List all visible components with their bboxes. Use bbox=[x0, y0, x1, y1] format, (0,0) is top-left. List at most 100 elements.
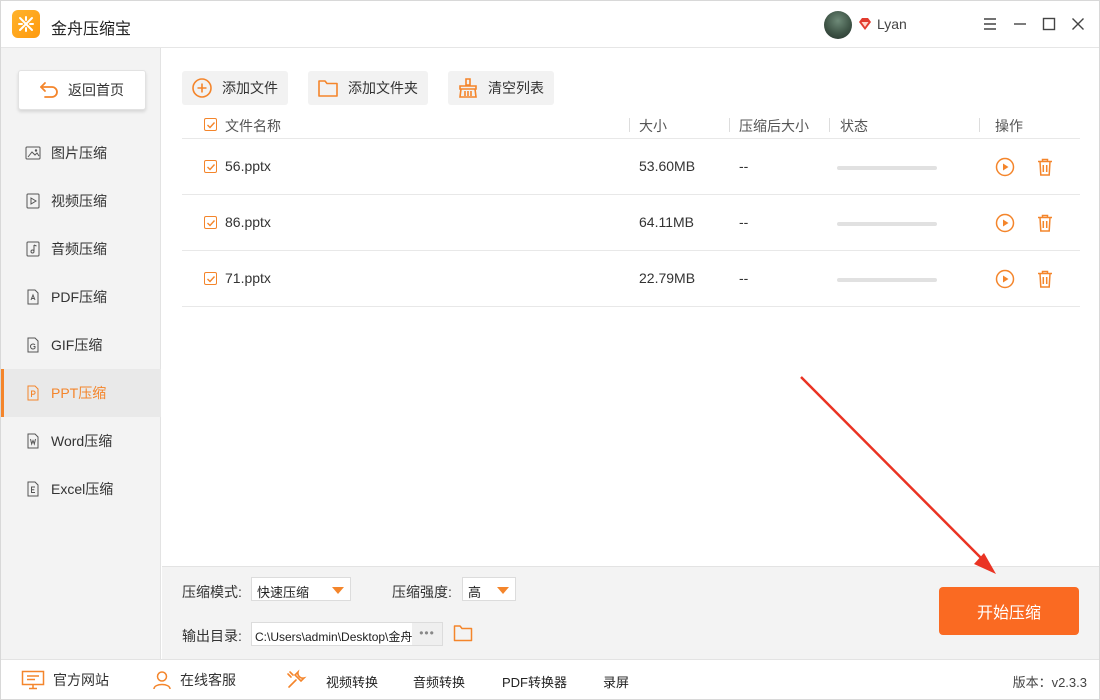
header-compressed-size: 压缩后大小 bbox=[739, 118, 809, 134]
sidebar-item-word[interactable]: Word压缩 bbox=[1, 417, 161, 465]
delete-icon[interactable] bbox=[1035, 269, 1055, 289]
row-checkbox[interactable] bbox=[204, 160, 217, 173]
sidebar-item-excel[interactable]: Excel压缩 bbox=[1, 465, 161, 513]
compressed-size: -- bbox=[739, 214, 749, 230]
file-size: 64.11MB bbox=[639, 214, 694, 230]
pdf-icon bbox=[27, 289, 39, 305]
row-checkbox[interactable] bbox=[204, 272, 217, 285]
strength-label: 压缩强度: bbox=[392, 584, 452, 600]
close-icon[interactable] bbox=[1069, 15, 1087, 33]
screen-record-link[interactable]: 录屏 bbox=[603, 672, 629, 691]
sidebar-item-ppt[interactable]: PPT压缩 bbox=[1, 369, 161, 417]
table-row: 56.pptx 53.60MB -- bbox=[182, 139, 1080, 195]
image-icon bbox=[25, 146, 41, 160]
vip-diamond-icon bbox=[859, 18, 871, 30]
gif-icon bbox=[27, 337, 39, 353]
file-name: 86.pptx bbox=[225, 214, 271, 230]
header-divider bbox=[829, 118, 830, 132]
version-label: 版本：v2.3.3 bbox=[1012, 675, 1087, 690]
file-name: 56.pptx bbox=[225, 158, 271, 174]
main-panel: 添加文件 添加文件夹 清空列表 文件名称 大小 压缩后大小 状态 操作 56.p… bbox=[162, 48, 1099, 566]
progress-bar bbox=[837, 222, 937, 226]
audio-convert-link[interactable]: 音频转换 bbox=[413, 672, 465, 691]
header-divider bbox=[629, 118, 630, 132]
folder-icon bbox=[318, 80, 338, 97]
row-checkbox[interactable] bbox=[204, 216, 217, 229]
footer-bar: 官方网站 在线客服 视频转换 音频转换 PDF转换器 录屏 版本：v2.3.3 bbox=[1, 659, 1099, 699]
minimize-icon[interactable] bbox=[1011, 15, 1029, 33]
app-logo-icon bbox=[12, 10, 40, 38]
browse-more-button[interactable]: ••• bbox=[412, 623, 442, 645]
header-action: 操作 bbox=[995, 118, 1023, 134]
play-icon[interactable] bbox=[995, 157, 1015, 177]
sidebar-item-label: 视频压缩 bbox=[51, 193, 107, 209]
app-window: 金舟压缩宝 Lyan 返回首页 图片压缩 视频压缩 音频压缩 PDF压缩 GIF… bbox=[0, 0, 1100, 700]
avatar[interactable] bbox=[824, 11, 852, 39]
table-header: 文件名称 大小 压缩后大小 状态 操作 bbox=[182, 111, 1080, 139]
check-icon bbox=[207, 122, 216, 129]
excel-icon bbox=[27, 481, 39, 497]
check-icon bbox=[207, 164, 216, 171]
output-label: 输出目录: bbox=[182, 628, 242, 644]
add-folder-button[interactable]: 添加文件夹 bbox=[308, 71, 428, 105]
delete-icon[interactable] bbox=[1035, 213, 1055, 233]
website-label: 官方网站 bbox=[53, 672, 109, 688]
back-arrow-icon bbox=[40, 82, 58, 98]
check-icon bbox=[207, 220, 216, 227]
strength-select[interactable]: 高 bbox=[462, 577, 516, 601]
official-website-link[interactable]: 官方网站 bbox=[21, 660, 109, 700]
mode-label: 压缩模式: bbox=[182, 584, 242, 600]
settings-panel: 压缩模式: 快速压缩 压缩强度: 高 输出目录: C:\Users\admin\… bbox=[162, 566, 1099, 659]
select-all-checkbox[interactable] bbox=[204, 118, 217, 131]
chevron-down-icon bbox=[332, 587, 344, 594]
sidebar-item-label: 音频压缩 bbox=[51, 241, 107, 257]
sidebar-item-image[interactable]: 图片压缩 bbox=[1, 129, 161, 177]
add-circle-icon bbox=[192, 78, 212, 98]
header-size: 大小 bbox=[639, 118, 667, 134]
monitor-icon bbox=[21, 670, 45, 690]
sidebar-item-label: Word压缩 bbox=[51, 433, 113, 449]
compressed-size: -- bbox=[739, 158, 749, 174]
video-icon bbox=[26, 193, 40, 209]
play-icon[interactable] bbox=[995, 269, 1015, 289]
file-size: 22.79MB bbox=[639, 270, 696, 286]
tools-icon bbox=[287, 669, 307, 688]
add-file-button[interactable]: 添加文件 bbox=[182, 71, 288, 105]
open-folder-icon[interactable] bbox=[453, 624, 473, 642]
broom-icon bbox=[459, 78, 477, 98]
play-icon[interactable] bbox=[995, 213, 1015, 233]
header-divider bbox=[729, 118, 730, 132]
clear-list-button[interactable]: 清空列表 bbox=[448, 71, 554, 105]
add-file-label: 添加文件 bbox=[222, 80, 278, 96]
app-title: 金舟压缩宝 bbox=[51, 21, 132, 38]
sidebar-item-label: PPT压缩 bbox=[51, 385, 107, 401]
online-service-link[interactable]: 在线客服 bbox=[152, 660, 236, 700]
mode-select[interactable]: 快速压缩 bbox=[251, 577, 351, 601]
clear-list-label: 清空列表 bbox=[488, 80, 544, 96]
sidebar-item-pdf[interactable]: PDF压缩 bbox=[1, 273, 161, 321]
back-home-button[interactable]: 返回首页 bbox=[18, 70, 146, 110]
back-home-label: 返回首页 bbox=[68, 82, 124, 98]
sidebar-item-label: GIF压缩 bbox=[51, 337, 103, 353]
header-name: 文件名称 bbox=[225, 118, 281, 134]
user-service-icon bbox=[153, 671, 171, 690]
pdf-convert-link[interactable]: PDF转换器 bbox=[502, 672, 567, 691]
sidebar-item-video[interactable]: 视频压缩 bbox=[1, 177, 161, 225]
sidebar-item-label: PDF压缩 bbox=[51, 289, 107, 305]
chevron-down-icon bbox=[497, 587, 509, 594]
header-status: 状态 bbox=[840, 118, 868, 134]
maximize-icon[interactable] bbox=[1040, 15, 1058, 33]
mode-value: 快速压缩 bbox=[257, 585, 310, 600]
sidebar-item-audio[interactable]: 音频压缩 bbox=[1, 225, 161, 273]
sidebar-item-gif[interactable]: GIF压缩 bbox=[1, 321, 161, 369]
file-name: 71.pptx bbox=[225, 270, 271, 286]
start-compress-button[interactable]: 开始压缩 bbox=[939, 587, 1079, 635]
strength-value: 高 bbox=[468, 585, 482, 600]
menu-icon[interactable] bbox=[981, 15, 999, 33]
video-convert-link[interactable]: 视频转换 bbox=[326, 672, 378, 691]
audio-icon bbox=[26, 241, 40, 257]
delete-icon[interactable] bbox=[1035, 157, 1055, 177]
title-bar: 金舟压缩宝 Lyan bbox=[1, 1, 1099, 48]
header-divider bbox=[979, 118, 980, 132]
user-name[interactable]: Lyan bbox=[877, 16, 907, 32]
